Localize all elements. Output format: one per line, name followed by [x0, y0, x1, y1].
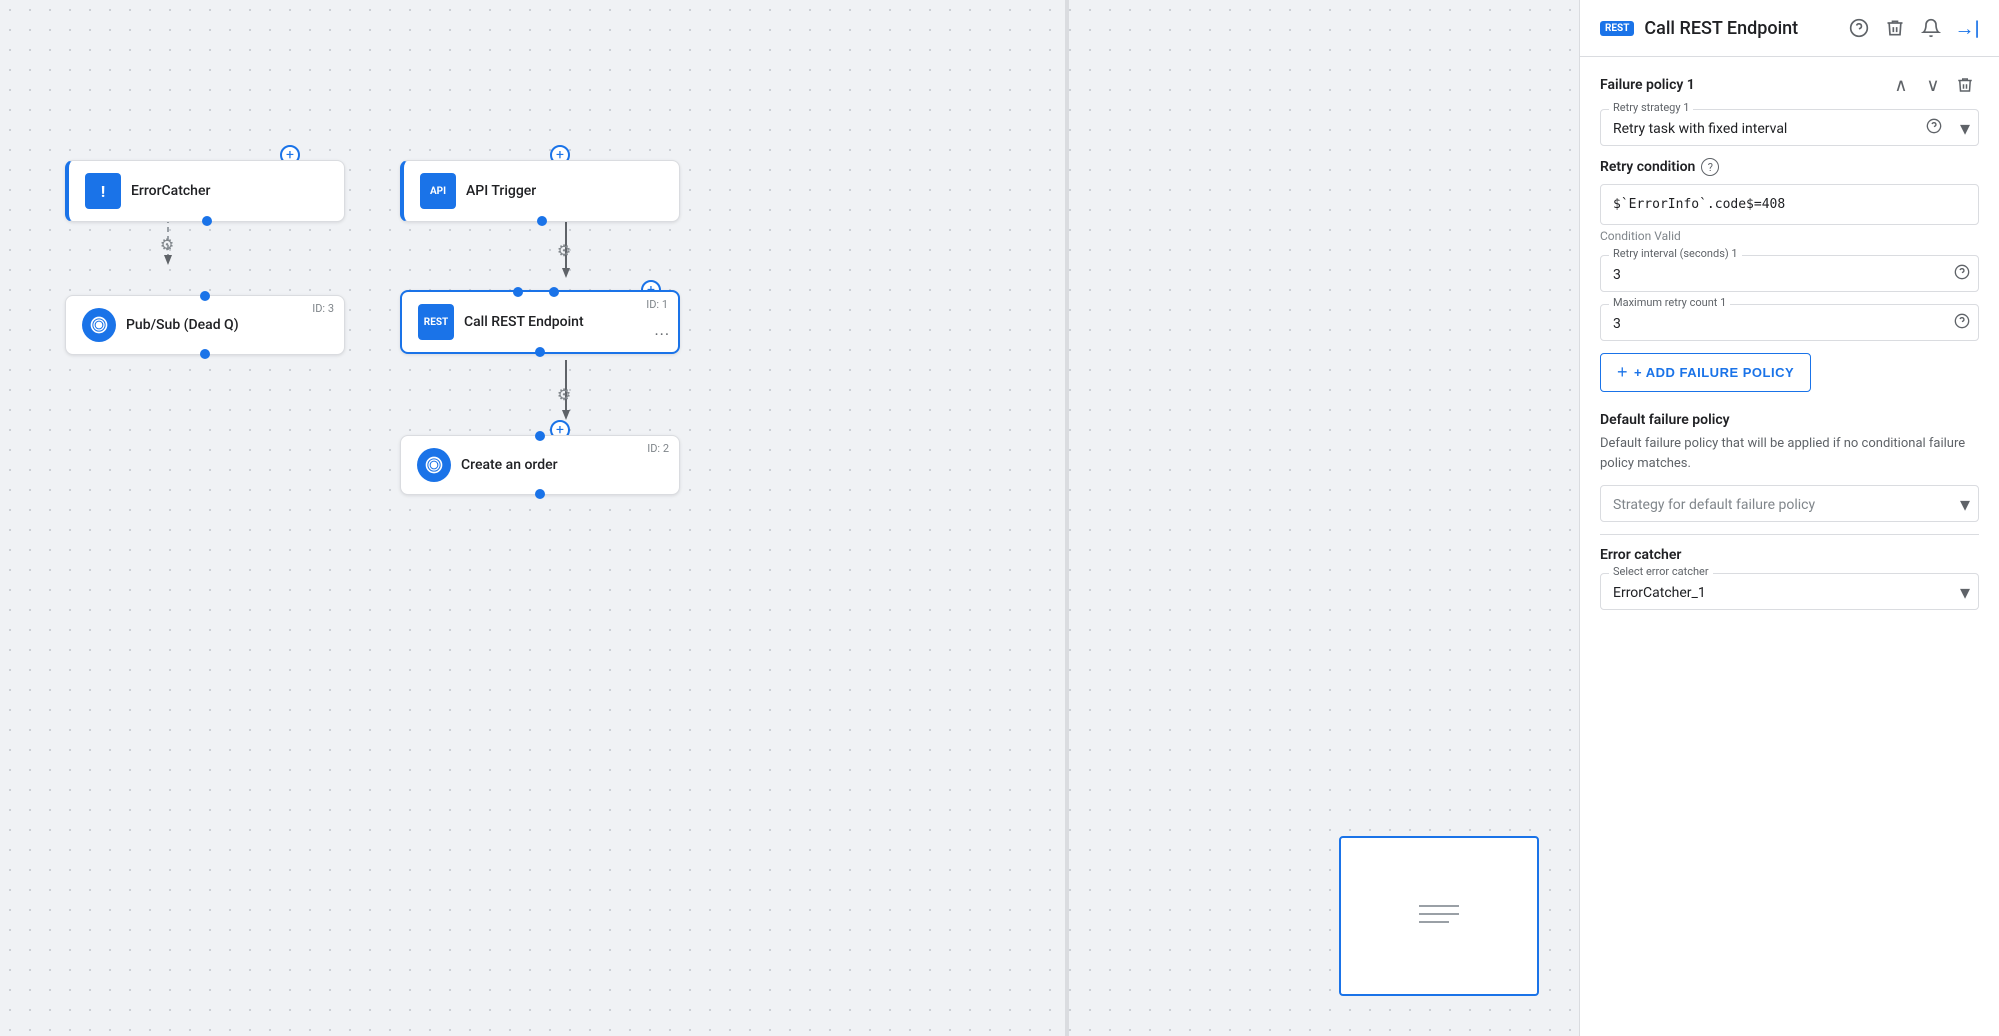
select-error-catcher-value: ErrorCatcher_1 [1613, 585, 1736, 601]
help-icon[interactable] [1847, 16, 1871, 40]
node-call-rest[interactable]: REST Call REST Endpoint ID: 1 ··· [400, 290, 680, 354]
default-strategy-field[interactable]: Strategy for default failure policy ▾ [1600, 485, 1979, 522]
max-retry-field[interactable]: Maximum retry count 1 3 [1600, 304, 1979, 341]
bell-icon[interactable] [1919, 16, 1943, 40]
node-errorcatcher[interactable]: ! ErrorCatcher [65, 160, 345, 222]
panel-header: REST Call REST Endpoint →| [1580, 0, 1999, 57]
connector-dot-order-bottom [535, 489, 545, 499]
retry-condition-row: Retry condition ? [1600, 158, 1979, 176]
node-create-order[interactable]: Create an order ID: 2 [400, 435, 680, 495]
errorcatcher-icon: ! [85, 173, 121, 209]
pubsub-icon [82, 308, 116, 342]
retry-strategy-help-icon[interactable] [1926, 118, 1942, 138]
errorcatcher-label: ErrorCatcher [131, 183, 210, 199]
connector-dot-rest-top-right [549, 287, 559, 297]
rest-icon: REST [418, 304, 454, 340]
default-policy-desc: Default failure policy that will be appl… [1600, 434, 1979, 473]
gear-icon-3[interactable]: ⚙ [552, 382, 576, 406]
right-panel: REST Call REST Endpoint →| Failure polic… [1579, 0, 1999, 1036]
panel-rest-badge: REST [1600, 21, 1634, 36]
retry-condition-expr[interactable]: $`ErrorInfo`.code$=408 [1600, 184, 1979, 225]
retry-interval-label: Retry interval (seconds) 1 [1609, 247, 1742, 260]
delete-policy-btn[interactable] [1951, 71, 1979, 99]
connector-dot-pubsub-bottom [200, 349, 210, 359]
connector-dot-order-top [535, 431, 545, 441]
panel-divider [1065, 0, 1069, 1036]
divider [1600, 534, 1979, 535]
connector-dot-errorcatcher-bottom [202, 216, 212, 226]
retry-interval-field[interactable]: Retry interval (seconds) 1 3 [1600, 255, 1979, 292]
retry-strategy-field[interactable]: Retry strategy 1 Retry task with fixed i… [1600, 109, 1979, 146]
section-controls: ∧ ∨ [1887, 71, 1979, 99]
collapse-down-btn[interactable]: ∨ [1919, 71, 1947, 99]
max-retry-help-icon[interactable] [1954, 313, 1970, 333]
default-strategy-dropdown-icon: ▾ [1960, 492, 1970, 516]
node-pubsub[interactable]: Pub/Sub (Dead Q) ID: 3 [65, 295, 345, 355]
connector-dot-rest-bottom [535, 347, 545, 357]
call-rest-more-menu[interactable]: ··· [654, 325, 670, 344]
retry-condition-help-icon[interactable]: ? [1701, 158, 1719, 176]
retry-interval-value: 3 [1613, 267, 1621, 283]
node-api-trigger[interactable]: API API Trigger [400, 160, 680, 222]
create-order-icon [417, 448, 451, 482]
connector-dot-api-bottom [537, 216, 547, 226]
failure-policy-title: Failure policy 1 [1600, 77, 1695, 93]
connector-dot-rest-top-left [513, 287, 523, 297]
pubsub-id: ID: 3 [312, 302, 334, 315]
default-strategy-placeholder: Strategy for default failure policy [1613, 497, 1845, 513]
pubsub-label: Pub/Sub (Dead Q) [126, 317, 239, 333]
panel-header-icons: →| [1847, 16, 1979, 40]
select-error-catcher-field[interactable]: Select error catcher ErrorCatcher_1 ▾ [1600, 573, 1979, 610]
api-trigger-icon: API [420, 173, 456, 209]
retry-strategy-dropdown-icon: ▾ [1960, 116, 1970, 140]
error-catcher-title: Error catcher [1600, 547, 1979, 563]
collapse-panel-icon[interactable]: →| [1955, 16, 1979, 40]
mini-map-icon [1415, 894, 1463, 938]
create-order-label: Create an order [461, 457, 558, 473]
select-error-catcher-label: Select error catcher [1609, 565, 1713, 578]
workflow-canvas[interactable]: ⚙ ⚙ ⚙ + + + + ! ErrorCatcher Pub/Sub (De… [0, 0, 1579, 1036]
retry-condition-label: Retry condition [1600, 159, 1695, 175]
add-failure-policy-plus: + [1617, 362, 1628, 383]
api-trigger-label: API Trigger [466, 183, 536, 199]
panel-body: Failure policy 1 ∧ ∨ Retry strategy 1 Re… [1580, 57, 1999, 642]
collapse-up-btn[interactable]: ∧ [1887, 71, 1915, 99]
delete-icon[interactable] [1883, 16, 1907, 40]
default-policy-title: Default failure policy [1600, 412, 1979, 428]
add-failure-policy-button[interactable]: + + ADD FAILURE POLICY [1600, 353, 1811, 392]
retry-strategy-label: Retry strategy 1 [1609, 101, 1693, 114]
add-failure-policy-label: + ADD FAILURE POLICY [1634, 365, 1794, 380]
create-order-id: ID: 2 [647, 442, 669, 455]
call-rest-label: Call REST Endpoint [464, 314, 584, 330]
connector-dot-pubsub-top [200, 291, 210, 301]
max-retry-value: 3 [1613, 316, 1621, 332]
retry-interval-help-icon[interactable] [1954, 264, 1970, 284]
gear-icon-1[interactable]: ⚙ [155, 232, 179, 256]
retry-strategy-value: Retry task with fixed interval [1613, 121, 1817, 137]
max-retry-label: Maximum retry count 1 [1609, 296, 1730, 309]
panel-title: Call REST Endpoint [1644, 18, 1837, 39]
error-catcher-dropdown-icon: ▾ [1960, 580, 1970, 604]
mini-map [1339, 836, 1539, 996]
call-rest-id: ID: 1 [646, 298, 668, 311]
condition-valid-text: Condition Valid [1600, 229, 1979, 243]
gear-icon-2[interactable]: ⚙ [552, 238, 576, 262]
